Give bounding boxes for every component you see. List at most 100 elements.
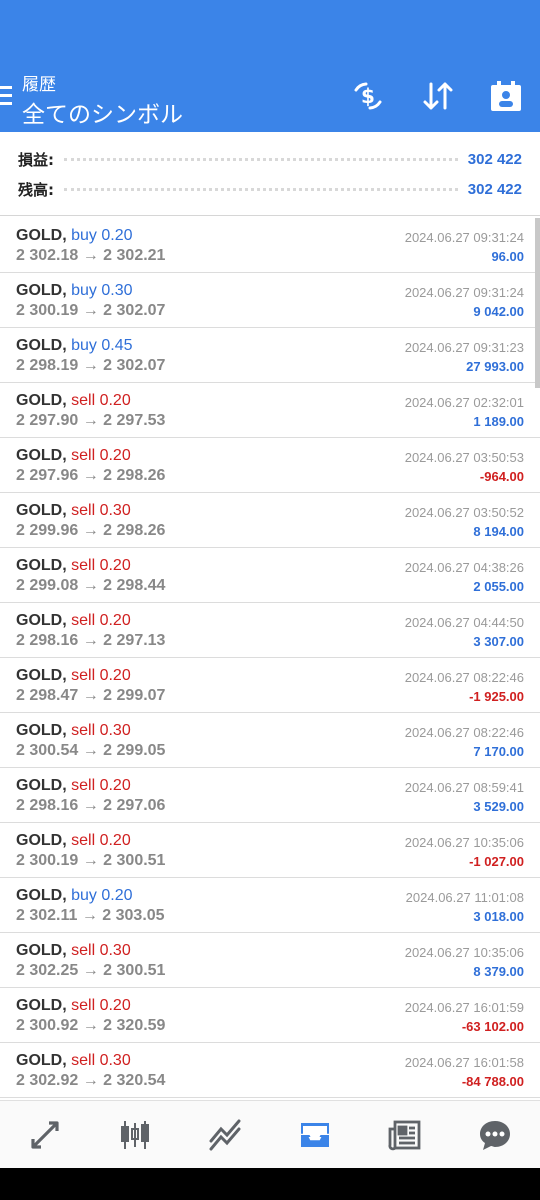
nav-history[interactable]: [270, 1101, 360, 1168]
deposit-filter-icon[interactable]: $: [350, 78, 386, 114]
profit-value: 302 422: [467, 150, 522, 168]
trade-row[interactable]: GOLD, sell 0.20 2 300.19 → 2 300.51 2024.0…: [0, 823, 540, 878]
trade-date: 2024.06.27 10:35:06: [404, 835, 524, 850]
trade-prices: 2 299.08 → 2 298.44: [16, 577, 166, 594]
symbol-name: GOLD,: [16, 557, 67, 574]
app-header: 履歴 全てのシンボル $: [0, 0, 540, 132]
trade-row[interactable]: GOLD, sell 0.20 2 300.92 → 2 320.59 2024.0…: [0, 988, 540, 1043]
balance-label: 残高:: [18, 180, 54, 199]
trade-prices: 2 298.47 → 2 299.07: [16, 687, 166, 704]
trade-date: 2024.06.27 09:31:24: [404, 230, 524, 245]
scrollbar[interactable]: [535, 218, 540, 388]
trade-profit: 8 194.00: [473, 524, 524, 539]
trade-profit: 9 042.00: [473, 304, 524, 319]
trade-row[interactable]: GOLD, buy 0.30 2 300.19 → 2 302.07 2024.06…: [0, 273, 540, 328]
trade-icon: [209, 1119, 241, 1150]
sort-icon[interactable]: [420, 78, 456, 114]
trade-symbol: GOLD, buy 0.20: [16, 887, 133, 905]
profit-row: 損益: 302 422: [18, 144, 522, 174]
trade-action: sell 0.30: [71, 722, 131, 739]
trade-profit: 3 529.00: [473, 799, 524, 814]
trade-date: 2024.06.27 09:31:23: [404, 340, 524, 355]
balance-row: 残高: 302 422: [18, 174, 522, 204]
trade-row[interactable]: GOLD, sell 0.20 2 298.47 → 2 299.07 2024.0…: [0, 658, 540, 713]
trade-prices: 2 300.92 → 2 320.59: [16, 1017, 166, 1034]
trade-symbol: GOLD, sell 0.20: [16, 612, 131, 630]
trade-row[interactable]: GOLD, sell 0.20 2 298.16 → 2 297.13 2024.0…: [0, 603, 540, 658]
nav-quotes[interactable]: [0, 1101, 90, 1168]
trade-symbol: GOLD, sell 0.30: [16, 1052, 131, 1070]
trade-row[interactable]: GOLD, sell 0.30 2 302.92 → 2 320.54 2024.0…: [0, 1043, 540, 1098]
symbol-name: GOLD,: [16, 392, 67, 409]
symbol-name: GOLD,: [16, 667, 67, 684]
trade-prices: 2 302.25 → 2 300.51: [16, 962, 166, 979]
trade-profit: -84 788.00: [461, 1074, 524, 1089]
menu-icon[interactable]: [0, 86, 14, 106]
nav-chat[interactable]: [450, 1101, 540, 1168]
trade-date: 2024.06.27 03:50:52: [404, 505, 524, 520]
trade-action: buy 0.20: [71, 887, 133, 904]
symbol-name: GOLD,: [16, 337, 67, 354]
trade-row[interactable]: GOLD, sell 0.30 2 302.25 → 2 300.51 2024.0…: [0, 933, 540, 988]
trade-symbol: GOLD, sell 0.20: [16, 997, 131, 1015]
trade-profit: 1 189.00: [473, 414, 524, 429]
trade-action: buy 0.30: [71, 282, 133, 299]
trade-prices: 2 297.90 → 2 297.53: [16, 412, 166, 429]
trade-date: 2024.06.27 08:59:41: [404, 780, 524, 795]
trade-prices: 2 302.92 → 2 320.54: [16, 1072, 166, 1089]
nav-news[interactable]: [360, 1101, 450, 1168]
trade-row[interactable]: GOLD, buy 0.20 2 302.11 → 2 303.05 2024.06…: [0, 878, 540, 933]
system-bar: [0, 1168, 540, 1200]
trade-row[interactable]: GOLD, sell 0.30 2 299.96 → 2 298.26 2024.0…: [0, 493, 540, 548]
trade-symbol: GOLD, sell 0.20: [16, 667, 131, 685]
trade-profit: -1 027.00: [469, 854, 524, 869]
page-title: 履歴: [22, 75, 56, 95]
trade-date: 2024.06.27 08:22:46: [404, 670, 524, 685]
trade-profit: -1 925.00: [469, 689, 524, 704]
symbol-filter[interactable]: 全てのシンボル: [22, 95, 183, 129]
symbol-name: GOLD,: [16, 722, 67, 739]
chat-icon: [480, 1120, 510, 1150]
account-summary: 損益: 302 422 残高: 302 422: [0, 132, 540, 216]
trade-prices: 2 298.19 → 2 302.07: [16, 357, 166, 374]
divider: [64, 187, 458, 191]
trade-profit: 2 055.00: [473, 579, 524, 594]
trade-history-list[interactable]: GOLD, buy 0.20 2 302.18 → 2 302.21 2024.06…: [0, 218, 540, 1098]
trade-symbol: GOLD, sell 0.20: [16, 777, 131, 795]
trade-prices: 2 298.16 → 2 297.13: [16, 632, 166, 649]
trade-action: sell 0.30: [71, 942, 131, 959]
trade-symbol: GOLD, buy 0.20: [16, 227, 133, 245]
symbol-name: GOLD,: [16, 447, 67, 464]
calendar-icon[interactable]: [488, 78, 524, 114]
trade-prices: 2 302.18 → 2 302.21: [16, 247, 166, 264]
trade-row[interactable]: GOLD, sell 0.20 2 299.08 → 2 298.44 2024.0…: [0, 548, 540, 603]
trade-symbol: GOLD, sell 0.30: [16, 942, 131, 960]
trade-date: 2024.06.27 02:32:01: [404, 395, 524, 410]
symbol-name: GOLD,: [16, 942, 67, 959]
trade-row[interactable]: GOLD, sell 0.30 2 300.54 → 2 299.05 2024.0…: [0, 713, 540, 768]
profit-label: 損益:: [18, 150, 54, 169]
news-icon: [388, 1120, 421, 1150]
trade-prices: 2 299.96 → 2 298.26: [16, 522, 166, 539]
trade-action: sell 0.20: [71, 392, 131, 409]
trade-symbol: GOLD, buy 0.30: [16, 282, 133, 300]
trade-symbol: GOLD, sell 0.20: [16, 832, 131, 850]
trade-prices: 2 297.96 → 2 298.26: [16, 467, 166, 484]
trade-prices: 2 300.19 → 2 300.51: [16, 852, 166, 869]
trade-row[interactable]: GOLD, sell 0.20 2 297.96 → 2 298.26 2024.0…: [0, 438, 540, 493]
nav-chart[interactable]: [90, 1101, 180, 1168]
symbol-name: GOLD,: [16, 777, 67, 794]
trade-prices: 2 298.16 → 2 297.06: [16, 797, 166, 814]
symbol-name: GOLD,: [16, 227, 67, 244]
trade-row[interactable]: GOLD, buy 0.20 2 302.18 → 2 302.21 2024.06…: [0, 218, 540, 273]
trade-profit: 96.00: [491, 249, 524, 264]
divider: [64, 157, 458, 161]
trade-action: sell 0.30: [71, 1052, 131, 1069]
nav-trade[interactable]: [180, 1101, 270, 1168]
trade-row[interactable]: GOLD, sell 0.20 2 298.16 → 2 297.06 2024.0…: [0, 768, 540, 823]
trade-action: sell 0.20: [71, 997, 131, 1014]
trade-row[interactable]: GOLD, buy 0.45 2 298.19 → 2 302.07 2024.06…: [0, 328, 540, 383]
trade-profit: 8 379.00: [473, 964, 524, 979]
trade-row[interactable]: GOLD, sell 0.20 2 297.90 → 2 297.53 2024.0…: [0, 383, 540, 438]
history-icon: [301, 1122, 329, 1147]
